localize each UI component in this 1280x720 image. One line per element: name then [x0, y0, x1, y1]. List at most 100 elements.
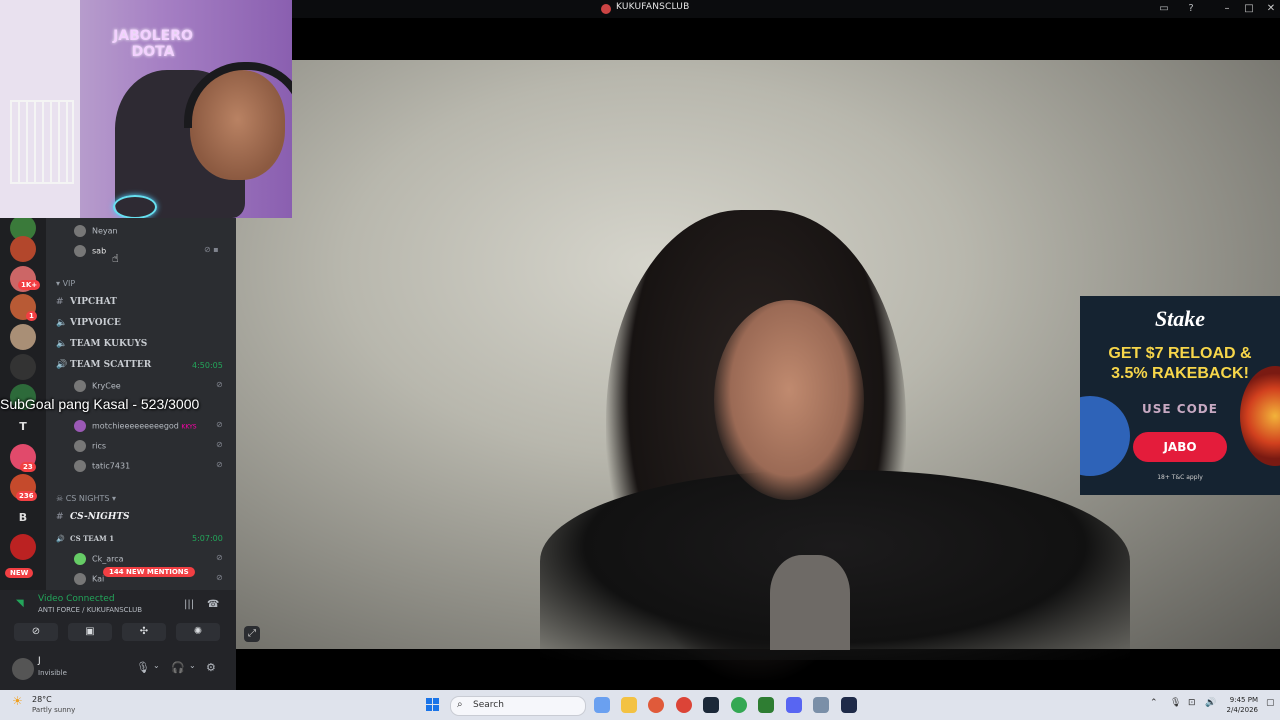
- avatar: [74, 225, 86, 237]
- streamer-shirt: [770, 555, 850, 650]
- vscode-icon[interactable]: [841, 697, 857, 713]
- voice-user-name: Ck_arca: [92, 554, 124, 564]
- category-vip[interactable]: ▾ VIP: [56, 279, 75, 288]
- headphones-icon[interactable]: 🎧: [171, 661, 185, 674]
- screen-share-button[interactable]: ▣: [68, 623, 112, 641]
- speaker-icon: 🔊: [56, 360, 68, 370]
- channel-cs-team[interactable]: 🔊 CS TEAM 1: [56, 534, 114, 543]
- maximize-button[interactable]: □: [1238, 0, 1260, 18]
- activities-button[interactable]: ✣: [122, 623, 166, 641]
- subgoal-overlay: SubGoal pang Kasal - 523/3000: [0, 396, 200, 412]
- new-badge[interactable]: NEW: [5, 568, 34, 578]
- server-icon-2[interactable]: [10, 236, 36, 262]
- speaker-icon: 🔈: [56, 339, 68, 349]
- webcam-logo-line2: DOTA: [131, 44, 175, 60]
- mute-icon: ⊘: [216, 380, 223, 389]
- steam-icon[interactable]: [703, 697, 719, 713]
- start-tile: [433, 698, 439, 704]
- network-icon[interactable]: ⊡: [1188, 698, 1196, 708]
- voice-user[interactable]: KryCee: [74, 380, 121, 392]
- voice-connection-panel: [0, 590, 236, 650]
- channel-team-scatter[interactable]: 🔊 TEAM SCATTER: [56, 360, 151, 370]
- channel-timer: 4:50:05: [192, 361, 223, 370]
- copilot-icon[interactable]: [594, 697, 610, 713]
- chrome-profile-icon[interactable]: [676, 697, 692, 713]
- tray-chevron-up-icon[interactable]: ⌃: [1150, 698, 1158, 708]
- server-icon-6[interactable]: [10, 354, 36, 380]
- webcam-gate: [10, 100, 74, 184]
- avatar: [74, 245, 86, 257]
- taskbar-search[interactable]: ⌕ Search: [450, 696, 586, 716]
- inbox-icon[interactable]: ▭: [1157, 2, 1171, 16]
- voice-user[interactable]: rics: [74, 440, 106, 452]
- window-title: KUKUFANSCLUB: [616, 2, 690, 12]
- channel-label: VIPCHAT: [70, 297, 117, 307]
- chrome-app-icon[interactable]: [731, 697, 747, 713]
- server-icon-10[interactable]: [10, 534, 36, 560]
- webcam-ring-light: [113, 195, 157, 218]
- voice-user[interactable]: motchieeeeeeeeegod KKYS: [74, 420, 197, 432]
- mute-icon: ⊘: [216, 573, 223, 582]
- windows-start-icon[interactable]: [426, 698, 440, 712]
- signal-icon[interactable]: ◥: [16, 598, 24, 609]
- voice-channel-name[interactable]: ANTI FORCE / KUKUFANSCLUB: [38, 606, 142, 614]
- server-icon-5[interactable]: [10, 324, 36, 350]
- deafen-icon: ⊘ ▪: [204, 245, 219, 254]
- channel-vipvoice[interactable]: 🔈 VIPVOICE: [56, 318, 121, 328]
- file-explorer-icon[interactable]: [621, 697, 637, 713]
- voice-user-name: tatic7431: [92, 461, 131, 471]
- weather-icon[interactable]: ☀: [12, 694, 23, 708]
- weather-temp[interactable]: 28°C: [32, 695, 52, 704]
- stream-controls-icon[interactable]: ⤢: [244, 626, 260, 642]
- avatar[interactable]: [12, 658, 34, 680]
- streamer-face: [714, 300, 864, 500]
- chrome-icon[interactable]: [648, 697, 664, 713]
- start-tile: [426, 698, 432, 704]
- channel-team-kukuys[interactable]: 🔈 TEAM KUKUYS: [56, 339, 147, 349]
- speaker-icon: 🔊: [56, 535, 65, 543]
- category-cs-nights[interactable]: ☠ CS NIGHTS ▾: [56, 494, 116, 503]
- server-letter-b[interactable]: B: [10, 505, 36, 531]
- chevron-down-icon[interactable]: ⌄: [189, 661, 196, 670]
- camera-button[interactable]: ⊘: [14, 623, 58, 641]
- channel-label: TEAM KUKUYS: [70, 339, 148, 349]
- voice-user[interactable]: tatic7431: [74, 460, 130, 472]
- voice-user[interactable]: Ck_arca: [74, 553, 124, 565]
- user-name: J: [38, 656, 41, 666]
- voice-status: Video Connected: [38, 594, 115, 604]
- clock-date: 2/4/2026: [1226, 706, 1258, 714]
- disconnect-icon[interactable]: ☎: [207, 599, 219, 610]
- minimize-button[interactable]: –: [1216, 0, 1238, 18]
- volume-icon[interactable]: 🔊: [1205, 698, 1216, 708]
- notifications-icon[interactable]: ▢: [1266, 698, 1275, 708]
- weather-desc[interactable]: Partly sunny: [32, 706, 75, 714]
- new-mentions-pill[interactable]: 144 NEW MENTIONS: [103, 567, 195, 577]
- close-button[interactable]: ✕: [1260, 0, 1280, 18]
- taskbar-clock[interactable]: 9:45 PM 2/4/2026: [1226, 695, 1258, 715]
- voice-user[interactable]: Kai: [74, 573, 104, 585]
- voice-user[interactable]: sab: [74, 245, 106, 257]
- server-letter-t[interactable]: T: [10, 414, 36, 440]
- microphone-icon[interactable]: 🎙: [136, 661, 150, 674]
- channel-vipchat[interactable]: # VIPCHAT: [56, 297, 117, 307]
- soundboard-button[interactable]: ✺: [176, 623, 220, 641]
- category-label: CS NIGHTS: [65, 494, 110, 503]
- chevron-down-icon[interactable]: ⌄: [153, 661, 160, 670]
- mute-icon: ⊘: [216, 460, 223, 469]
- noise-suppression-icon[interactable]: |||: [184, 599, 194, 610]
- clock-time: 9:45 PM: [1229, 696, 1258, 704]
- channel-cs-nights[interactable]: # CS-NIGHTS: [56, 512, 130, 522]
- mute-icon: ⊘: [216, 553, 223, 562]
- ad-terms: 18+ T&C apply: [1157, 474, 1203, 481]
- voice-user-name: Neyan: [92, 226, 118, 236]
- user-tag: KKYS: [181, 423, 197, 431]
- help-icon[interactable]: ?: [1184, 2, 1198, 16]
- voice-user[interactable]: Neyan: [74, 225, 118, 237]
- webcam-overlay: JABOLERO DOTA: [0, 0, 292, 218]
- app-icon[interactable]: [758, 697, 774, 713]
- settings-gear-icon[interactable]: ⚙: [206, 661, 216, 674]
- channel-label: VIPVOICE: [70, 318, 121, 328]
- discord-icon[interactable]: [786, 697, 802, 713]
- notepad-icon[interactable]: [813, 697, 829, 713]
- microphone-tray-icon[interactable]: 🎙: [1170, 698, 1181, 708]
